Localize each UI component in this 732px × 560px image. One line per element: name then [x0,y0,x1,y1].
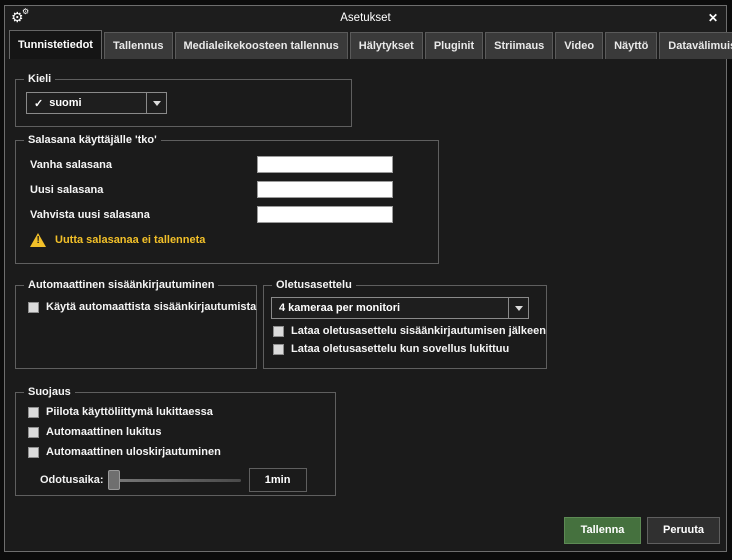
save-button[interactable]: Tallenna [564,517,641,544]
auto-login-section: Automaattinen sisäänkirjautuminen Käytä … [15,279,258,369]
password-warning-text: Uutta salasanaa ei tallenneta [55,234,206,246]
tab-pluginit[interactable]: Pluginit [424,32,484,59]
auto-lock-label: Automaattinen lukitus [46,426,162,438]
load-layout-on-lock-checkbox[interactable]: Lataa oletusasettelu kun sovellus lukitt… [273,343,546,355]
checkbox-box[interactable] [28,446,39,458]
new-password-field[interactable] [257,181,393,198]
settings-tab-bar: Tunnistetiedot Tallennus Medialeikekoost… [5,30,732,59]
auto-login-checkbox-label: Käytä automaattista sisäänkirjautumista [46,301,257,313]
auto-login-checkbox[interactable]: Käytä automaattista sisäänkirjautumista [28,301,256,313]
tab-striimaus[interactable]: Striimaus [485,32,554,59]
security-section-legend: Suojaus [28,386,71,398]
auto-login-section-legend: Automaattinen sisäänkirjautuminen [28,279,215,291]
hide-ui-when-locked-label: Piilota käyttöliittymä lukittaessa [46,406,213,418]
hide-ui-when-locked-checkbox[interactable]: Piilota käyttöliittymä lukittaessa [28,406,335,418]
password-warning: Uutta salasanaa ei tallenneta [16,233,438,247]
chevron-down-icon [152,100,161,106]
timeout-slider-handle[interactable] [107,470,120,490]
tab-naytto[interactable]: Näyttö [605,32,658,59]
auto-logout-checkbox[interactable]: Automaattinen uloskirjautuminen [28,446,335,458]
chevron-down-icon [514,305,523,311]
new-password-label: Uusi salasana [30,183,104,196]
password-section: Salasana käyttäjälle 'tko' Vanha salasan… [15,134,439,264]
load-layout-on-lock-label: Lataa oletusasettelu kun sovellus lukitt… [291,343,510,355]
old-password-row: Vanha salasana [16,152,438,177]
language-dropdown-value: suomi [49,97,82,109]
checkbox-box[interactable] [28,406,39,418]
confirm-password-field[interactable] [257,206,393,223]
language-dropdown[interactable]: ✓ suomi [26,92,167,114]
cancel-button[interactable]: Peruuta [647,517,720,544]
tab-tallennus[interactable]: Tallennus [103,32,173,59]
tab-medialeikekoosteen-tallennus[interactable]: Medialeikekoosteen tallennus [174,32,348,59]
password-section-legend: Salasana käyttäjälle 'tko' [28,134,157,146]
warning-icon [30,233,46,247]
default-layout-section: Oletusasettelu 4 kameraa per monitori La… [263,279,547,369]
tab-video[interactable]: Video [555,32,604,59]
timeout-slider-track[interactable] [107,479,241,482]
old-password-label: Vanha salasana [30,158,112,171]
check-icon: ✓ [34,97,44,110]
timeout-slider[interactable] [107,470,241,490]
security-section: Suojaus Piilota käyttöliittymä lukittaes… [15,386,336,496]
checkbox-box[interactable] [273,325,284,337]
default-layout-section-legend: Oletusasettelu [276,279,352,291]
language-section-legend: Kieli [28,73,52,85]
load-layout-after-login-label: Lataa oletusasettelu sisäänkirjautumisen… [291,325,546,337]
default-layout-dropdown[interactable]: 4 kameraa per monitori [271,297,529,319]
tab-tunnistetiedot[interactable]: Tunnistetiedot [9,30,102,59]
dialog-title: Asetukset [340,12,391,24]
checkbox-box[interactable] [28,426,39,438]
settings-dialog: ⚙ ⚙ Asetukset ✕ Tunnistetiedot Tallennus… [4,5,732,552]
auto-lock-checkbox[interactable]: Automaattinen lukitus [28,426,335,438]
tab-content-tunnistetiedot: Kieli ✓ suomi Salasana käyttäjälle 'tko'… [5,59,726,551]
dialog-titlebar: ⚙ ⚙ Asetukset ✕ [5,6,726,30]
language-dropdown-arrow-button[interactable] [146,93,166,113]
old-password-field[interactable] [257,156,393,173]
new-password-row: Uusi salasana [16,177,438,202]
close-icon[interactable]: ✕ [708,6,718,30]
checkbox-box[interactable] [28,301,39,313]
timeout-label: Odotusaika: [40,474,104,486]
default-layout-dropdown-arrow-button[interactable] [508,298,528,318]
tab-halytykset[interactable]: Hälytykset [349,32,423,59]
timeout-row: Odotusaika: 1min [16,468,335,492]
confirm-password-row: Vahvista uusi salasana [16,202,438,227]
tab-datavalimuisti[interactable]: Datavälimuisti [659,32,732,59]
load-layout-after-login-checkbox[interactable]: Lataa oletusasettelu sisäänkirjautumisen… [273,325,546,337]
timeout-value: 1min [248,468,307,492]
default-layout-dropdown-value: 4 kameraa per monitori [279,302,401,314]
language-section: Kieli ✓ suomi [15,73,352,127]
confirm-password-label: Vahvista uusi salasana [30,208,150,221]
auto-logout-label: Automaattinen uloskirjautuminen [46,446,221,458]
checkbox-box[interactable] [273,343,284,355]
